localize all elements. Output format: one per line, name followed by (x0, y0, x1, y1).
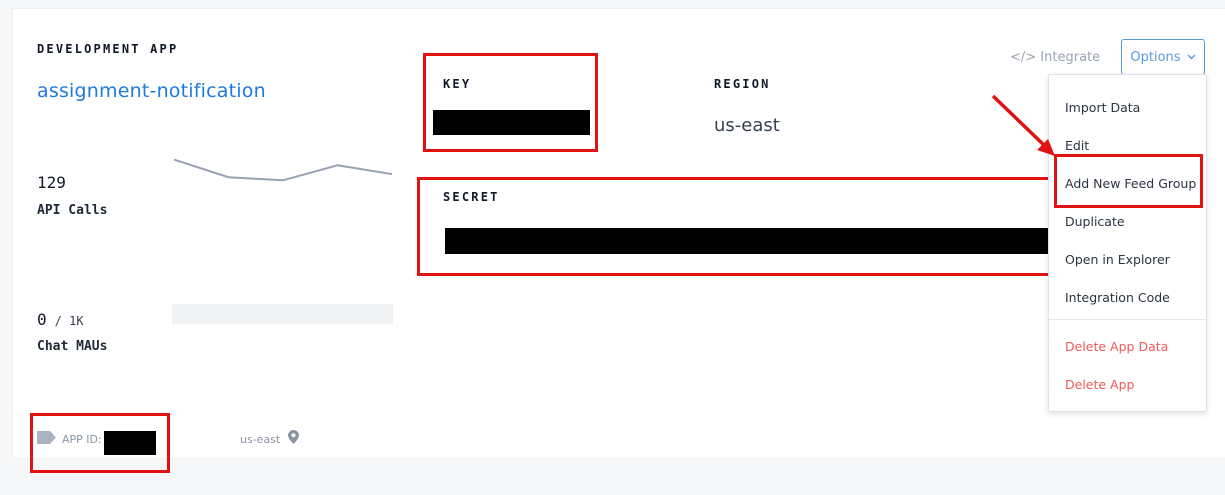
chat-maus-group: 0 / 1K (37, 310, 84, 329)
menu-item-delete-app-data[interactable]: Delete App Data (1065, 339, 1168, 354)
menu-item-open-in-explorer[interactable]: Open in Explorer (1065, 252, 1170, 267)
integrate-link[interactable]: </> Integrate (1010, 50, 1100, 65)
chat-maus-label: Chat MAUs (37, 339, 108, 354)
options-dropdown-menu: Import Data Edit Add New Feed Group Dupl… (1048, 74, 1207, 412)
menu-item-edit[interactable]: Edit (1065, 138, 1089, 153)
chat-maus-usage-bar (172, 304, 393, 324)
location-pin-icon (288, 430, 299, 444)
chat-maus-value: 0 (37, 310, 47, 329)
menu-item-integration-code[interactable]: Integration Code (1065, 290, 1170, 305)
api-calls-value: 129 (37, 173, 66, 192)
app-id-highlight-box (30, 413, 170, 473)
options-button-label: Options (1130, 49, 1181, 65)
api-calls-sparkline (173, 158, 393, 182)
footer-region: us-east (240, 433, 281, 446)
options-button[interactable]: Options (1121, 39, 1205, 75)
environment-label: DEVELOPMENT APP (37, 42, 179, 56)
menu-item-delete-app[interactable]: Delete App (1065, 377, 1134, 392)
region-label: REGION (714, 77, 771, 91)
key-highlight-box (423, 53, 598, 152)
menu-item-import-data[interactable]: Import Data (1065, 100, 1140, 115)
menu-item-duplicate[interactable]: Duplicate (1065, 214, 1125, 229)
chat-maus-limit: / 1K (54, 314, 84, 328)
chevron-down-icon (1187, 54, 1196, 60)
api-calls-trend-line (173, 158, 393, 182)
region-value: us-east (714, 115, 780, 136)
api-calls-label: API Calls (37, 203, 108, 218)
app-name-link[interactable]: assignment-notification (37, 80, 266, 102)
menu-divider (1049, 319, 1206, 320)
secret-highlight-box (417, 177, 1057, 276)
feed-group-highlight-box (1054, 154, 1203, 208)
annotation-arrow-icon (991, 94, 1055, 156)
